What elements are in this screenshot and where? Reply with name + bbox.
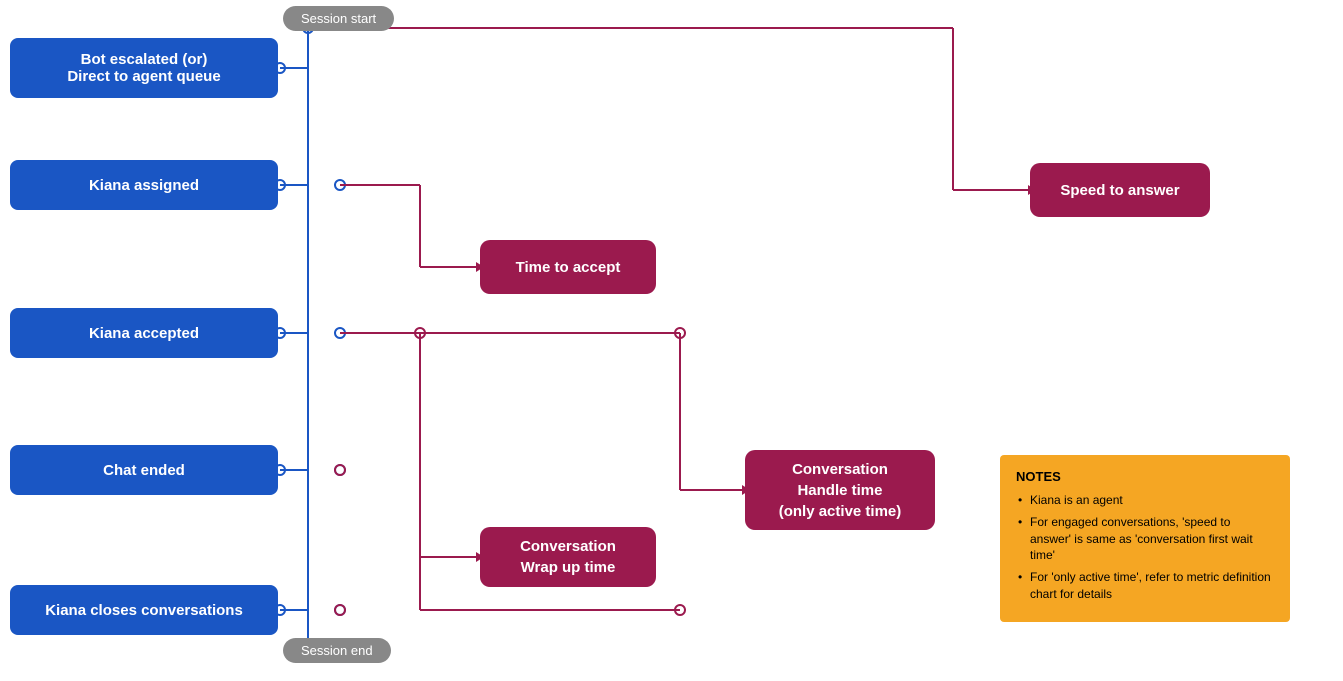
notes-title: NOTES bbox=[1016, 469, 1274, 484]
notes-item-1: Kiana is an agent bbox=[1016, 492, 1274, 509]
session-start-pill: Session start bbox=[283, 6, 394, 31]
notes-item-2: For engaged conversations, 'speed to ans… bbox=[1016, 514, 1274, 564]
notes-box: NOTES Kiana is an agent For engaged conv… bbox=[1000, 455, 1290, 622]
kiana-accepted-box: Kiana accepted bbox=[10, 308, 278, 358]
bot-escalated-box: Bot escalated (or) Direct to agent queue bbox=[10, 38, 278, 98]
kiana-assigned-box: Kiana assigned bbox=[10, 160, 278, 210]
session-end-pill: Session end bbox=[283, 638, 391, 663]
notes-item-3: For 'only active time', refer to metric … bbox=[1016, 569, 1274, 603]
notes-list: Kiana is an agent For engaged conversati… bbox=[1016, 492, 1274, 603]
time-to-accept-box: Time to accept bbox=[480, 240, 656, 294]
conv-wrap-up-box: Conversation Wrap up time bbox=[480, 527, 656, 587]
chat-ended-box: Chat ended bbox=[10, 445, 278, 495]
kiana-closes-box: Kiana closes conversations bbox=[10, 585, 278, 635]
speed-to-answer-box: Speed to answer bbox=[1030, 163, 1210, 217]
diagram-container: Session start Session end Bot escalated … bbox=[0, 0, 1343, 681]
conv-handle-time-box: Conversation Handle time (only active ti… bbox=[745, 450, 935, 530]
